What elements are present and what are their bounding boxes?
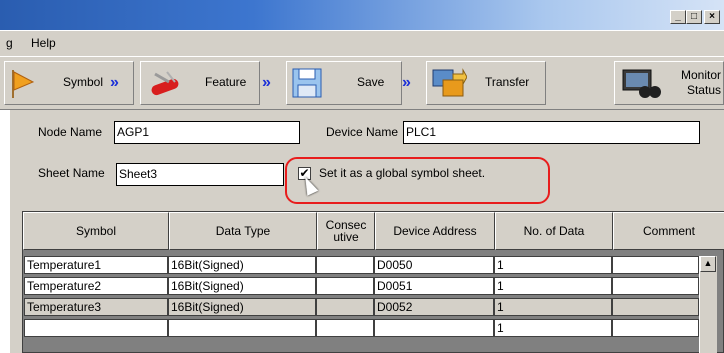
- monitor-label-line1: Monitor: [680, 68, 721, 82]
- table-cell[interactable]: [612, 277, 699, 295]
- next-arrow-icon: »: [110, 74, 119, 91]
- feature-label: Feature: [205, 75, 247, 89]
- sheet-name-field[interactable]: Sheet3: [116, 163, 284, 186]
- column-header-data-type[interactable]: Data Type: [169, 212, 317, 250]
- save-label: Save: [357, 75, 385, 89]
- table-cell[interactable]: [316, 277, 374, 295]
- device-name-label: Device Name: [326, 125, 399, 139]
- window-controls: _ □ ×: [670, 10, 720, 24]
- menu-bar: g Help: [0, 30, 724, 56]
- column-header-no-of-data[interactable]: No. of Data: [495, 212, 613, 250]
- vertical-scrollbar[interactable]: ▲: [699, 256, 717, 353]
- table-cell[interactable]: 1: [494, 277, 612, 295]
- monitor-status-button[interactable]: Monitor Status: [614, 61, 724, 105]
- table-cell[interactable]: [316, 256, 374, 274]
- highlight-callout: [285, 157, 550, 204]
- global-symbol-sheet-label[interactable]: Set it as a global symbol sheet.: [319, 166, 485, 180]
- transfer-label: Transfer: [485, 75, 530, 89]
- monitor-binoculars-icon: [622, 69, 661, 98]
- transfer-button[interactable]: Transfer: [426, 61, 546, 105]
- table-cell[interactable]: [316, 298, 374, 316]
- monitor-label-line2: Status: [686, 83, 721, 97]
- table-cell[interactable]: [316, 319, 374, 337]
- table-cell[interactable]: D0051: [374, 277, 494, 295]
- node-name-label: Node Name: [38, 125, 103, 139]
- next-arrow-icon: »: [262, 74, 271, 91]
- table-cell[interactable]: 1: [494, 319, 612, 337]
- next-arrow-icon: »: [402, 74, 411, 91]
- table-cell[interactable]: 16Bit(Signed): [168, 256, 316, 274]
- symbol-label: Symbol: [63, 75, 104, 89]
- table-cell[interactable]: [612, 256, 699, 274]
- table-cell[interactable]: 1: [494, 256, 612, 274]
- symbol-grid: Symbol Data Type Consec utive Device Add…: [22, 211, 724, 353]
- column-header-symbol[interactable]: Symbol: [23, 212, 169, 250]
- table-cell[interactable]: Temperature1: [24, 256, 168, 274]
- column-header-device-address[interactable]: Device Address: [375, 212, 495, 250]
- column-header-consecutive[interactable]: Consec utive: [317, 212, 375, 250]
- table-cell[interactable]: D0052: [374, 298, 494, 316]
- device-name-field[interactable]: PLC1: [403, 121, 700, 144]
- menu-help[interactable]: Help: [31, 36, 56, 50]
- title-bar: _ □ ×: [0, 0, 724, 30]
- table-cell[interactable]: 16Bit(Signed): [168, 277, 316, 295]
- toolbar: Symbol » Feature » Save » Transfer Monit…: [0, 56, 724, 110]
- table-cell[interactable]: [374, 319, 494, 337]
- close-button[interactable]: ×: [704, 10, 720, 24]
- save-button[interactable]: Save: [286, 61, 402, 105]
- table-cell[interactable]: 16Bit(Signed): [168, 298, 316, 316]
- menu-item-partial[interactable]: g: [6, 36, 13, 50]
- table-cell[interactable]: Temperature2: [24, 277, 168, 295]
- minimize-button[interactable]: _: [670, 10, 686, 24]
- node-name-field[interactable]: AGP1: [114, 121, 300, 144]
- table-cell[interactable]: [612, 298, 699, 316]
- table-cell[interactable]: D0050: [374, 256, 494, 274]
- maximize-button[interactable]: □: [686, 10, 702, 24]
- swiss-knife-icon: [151, 71, 179, 96]
- table-cell[interactable]: Temperature3: [24, 298, 168, 316]
- feature-button[interactable]: Feature: [140, 61, 260, 105]
- table-cell[interactable]: [612, 319, 699, 337]
- flag-icon: [12, 70, 35, 98]
- table-cell[interactable]: [168, 319, 316, 337]
- column-header-comment[interactable]: Comment: [613, 212, 724, 250]
- scroll-up-arrow-icon[interactable]: ▲: [700, 256, 716, 272]
- monitor-status-label: Monitor Status: [675, 68, 721, 98]
- table-cell[interactable]: 1: [494, 298, 612, 316]
- table-cell[interactable]: [24, 319, 168, 337]
- floppy-disk-icon: [292, 68, 322, 98]
- sheet-name-label: Sheet Name: [38, 166, 105, 180]
- transfer-icon: [432, 68, 467, 97]
